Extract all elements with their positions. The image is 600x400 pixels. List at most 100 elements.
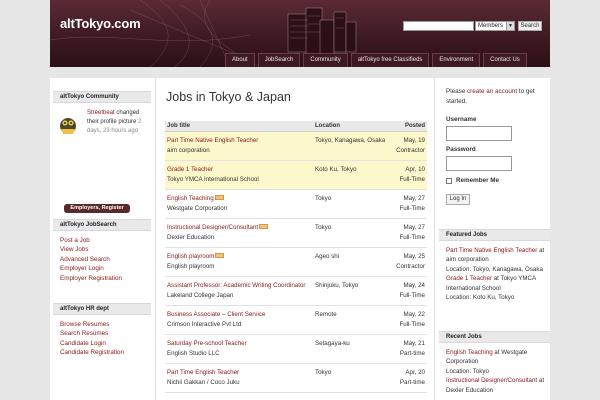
activity-item: Streetbeat changed their profile picture…	[87, 109, 149, 136]
link-advanced-search[interactable]: Advanced Search	[60, 256, 110, 263]
recent-job-location: Location: Tokyo	[446, 367, 489, 375]
table-row: Part Time Native English Teacher aim corp…	[165, 132, 427, 161]
recent-job-item: Instructional Designer/Consultant at Dex…	[446, 376, 550, 395]
job-posted-date: May, 22	[403, 311, 425, 318]
site-title[interactable]: altTokyo.com	[60, 16, 141, 31]
job-title-link[interactable]: Part Time Native English Teacher	[167, 137, 258, 144]
nav-about[interactable]: About	[225, 53, 255, 67]
job-location: Koto Ku, Tokyo	[315, 166, 357, 173]
new-badge-icon	[215, 253, 225, 258]
recent-job-link[interactable]: Instructional Designer/Consultant	[446, 377, 537, 384]
job-company: Lakeland College Japan	[167, 292, 234, 299]
nav-classifieds[interactable]: altTokyo free Classifieds	[350, 53, 430, 67]
nav-environment[interactable]: Environment	[432, 53, 481, 67]
link-view-jobs[interactable]: View Jobs	[60, 246, 89, 253]
link-post-job[interactable]: Post a Job	[60, 237, 90, 244]
job-type: Part-time	[399, 379, 425, 386]
new-badge-icon	[259, 224, 269, 229]
username-input[interactable]	[446, 126, 512, 141]
table-header: Job title Location Posted	[165, 121, 427, 132]
site-header: altTokyo.com Members ▼ Search About JobS…	[50, 0, 550, 67]
job-location: Shinjuku, Tokyo	[315, 282, 359, 289]
page-title: Jobs in Tokyo & Japan	[166, 90, 291, 104]
job-title-link[interactable]: Saturday Pre-school Teacher	[167, 340, 247, 347]
create-account-link[interactable]: create an account	[467, 88, 517, 95]
job-title-link[interactable]: Instructional Designer/Consultant	[167, 224, 258, 231]
password-input[interactable]	[446, 156, 512, 171]
featured-jobs-widget: Featured Jobs Part Time Native English T…	[439, 229, 550, 302]
search-scope-select[interactable]: Members ▼	[475, 21, 515, 31]
activity-user-link[interactable]: Streetbeat	[87, 110, 115, 116]
job-type: Full-Time	[399, 176, 425, 183]
featured-job-location: Location: Koto Ku, Tokyo	[446, 294, 515, 302]
featured-jobs-title: Featured Jobs	[439, 229, 550, 241]
link-employer-login[interactable]: Employer Login	[60, 265, 104, 272]
community-widget-title: altTokyo Community	[53, 91, 151, 103]
remember-me-checkbox[interactable]	[446, 177, 452, 184]
hr-widget-title: altTokyo HR dept	[53, 303, 151, 315]
nav-jobsearch[interactable]: JobSearch	[257, 53, 301, 67]
nav-community[interactable]: Community	[303, 53, 348, 67]
table-body: Part Time Native English Teacher aim corp…	[165, 132, 427, 393]
job-title-link[interactable]: Business Associate – Client Service	[167, 311, 265, 318]
link-candidate-login[interactable]: Candidate Login	[60, 340, 106, 347]
job-location: Tokyo	[315, 369, 332, 376]
main-nav: About JobSearch Community altTokyo free …	[222, 53, 527, 67]
new-badge-icon	[214, 195, 224, 200]
job-title-link[interactable]: English playroom	[167, 253, 214, 260]
job-title-link[interactable]: Assistant Professor: Academic Writing Co…	[167, 282, 305, 289]
featured-job-link[interactable]: Grade 1 Teacher	[446, 275, 492, 282]
header-search-input[interactable]	[403, 21, 474, 31]
job-type: Contractor	[396, 263, 425, 270]
job-company: English playroom	[167, 263, 215, 270]
remember-me[interactable]: Remember Me	[446, 177, 499, 184]
job-posted-date: May, 27	[403, 224, 425, 231]
col-posted[interactable]: Posted	[405, 123, 425, 129]
col-job-title[interactable]: Job title	[167, 123, 190, 129]
job-location: Ageo shi	[315, 253, 340, 260]
job-type: Full-Time	[399, 205, 425, 212]
search-button[interactable]: Search	[518, 21, 542, 31]
table-row: Business Associate – Client Service Crims…	[165, 306, 427, 335]
job-title-link[interactable]: Part Time English Teacher	[167, 369, 239, 376]
job-type: Part-time	[399, 350, 425, 357]
job-type: Contractor	[396, 147, 425, 154]
job-type: Full-Time	[399, 234, 425, 241]
table-row: Assistant Professor: Academic Writing Co…	[165, 277, 427, 306]
col-location[interactable]: Location	[315, 123, 340, 129]
job-title-link[interactable]: English Teaching	[167, 195, 214, 202]
job-location: Tokyo	[315, 195, 332, 202]
job-company: Westgate Corporation	[167, 205, 228, 212]
chevron-down-icon: ▼	[506, 22, 514, 30]
link-browse-resumes[interactable]: Browse Resumes	[60, 321, 109, 328]
nav-contact[interactable]: Contact Us	[483, 53, 527, 67]
featured-job-link[interactable]: Part Time Native English Teacher	[446, 247, 537, 254]
job-company: Dexler Education	[167, 234, 215, 241]
table-row: English Teaching Westgate Corporation Toky…	[165, 190, 427, 219]
login-button[interactable]: Log In	[446, 194, 470, 205]
job-company: Nichii Gakkan / Coco Juku	[167, 379, 240, 386]
recent-job-link[interactable]: English Teaching	[446, 349, 493, 356]
link-search-resumes[interactable]: Search Resumes	[60, 330, 108, 337]
job-type: Full-Time	[399, 292, 425, 299]
search-scope-value: Members	[478, 23, 504, 29]
job-title-link[interactable]: Grade 1 Teacher	[167, 166, 213, 173]
main-content: Jobs in Tokyo & Japan Job title Location…	[155, 78, 435, 400]
hr-widget: altTokyo HR dept Browse Resumes Search R…	[53, 303, 151, 358]
left-sidebar: altTokyo Community Streetbeat changed th…	[50, 78, 154, 400]
link-candidate-registration[interactable]: Candidate Registration	[60, 349, 124, 356]
recent-jobs-title: Recent Jobs	[439, 331, 550, 343]
job-company: English Studio LLC	[167, 350, 220, 357]
jobs-table: Job title Location Posted Part Time Nati…	[165, 121, 427, 393]
table-row: Grade 1 Teacher Tokyo YMCA International …	[165, 161, 427, 190]
jobsearch-widget: altTokyo JobSearch Post a Job View Jobs …	[53, 219, 151, 283]
job-location: Setagaya-ku	[315, 340, 350, 347]
link-employer-registration[interactable]: Employer Registration	[60, 275, 122, 282]
featured-job-location: Location: Tokyo, Kanagawa, Osaka	[446, 265, 543, 273]
owl-avatar-icon[interactable]	[57, 115, 79, 135]
job-posted-date: May, 25	[403, 253, 425, 260]
table-row: Part Time English Teacher Nichii Gakkan /…	[165, 364, 427, 393]
username-label: Username	[446, 116, 477, 123]
featured-job-item: Grade 1 Teacher at Tokyo YMCA Internatio…	[446, 274, 550, 302]
employer-register-button[interactable]: Employers, Register here	[64, 204, 130, 220]
